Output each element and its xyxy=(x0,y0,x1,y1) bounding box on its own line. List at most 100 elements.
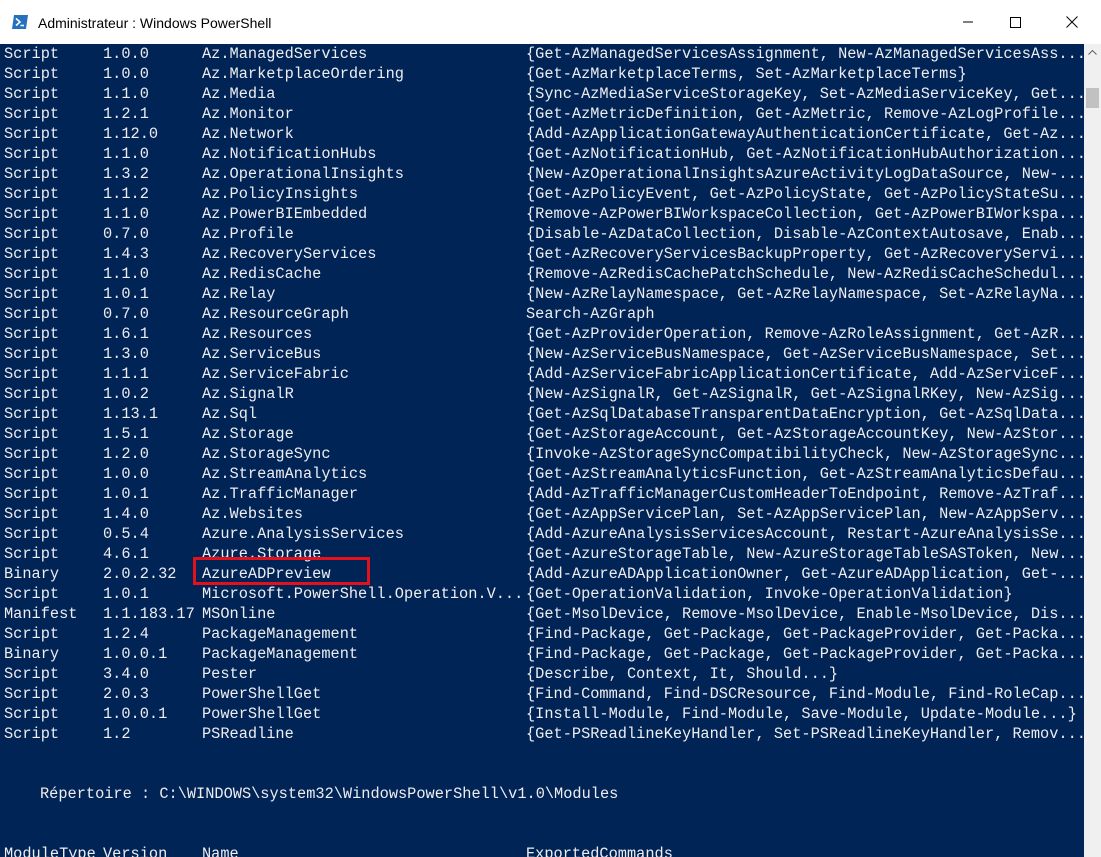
scroll-thumb[interactable] xyxy=(1086,88,1099,108)
module-type: Script xyxy=(4,285,60,303)
module-type: Script xyxy=(4,345,60,363)
module-version: 1.1.0 xyxy=(103,85,149,103)
module-name: Az.Monitor xyxy=(202,105,294,123)
module-commands: {Get-AzNotificationHub, Get-AzNotificati… xyxy=(526,145,1084,163)
module-type: Script xyxy=(4,85,60,103)
module-commands: {Get-AzManagedServicesAssignment, New-Az… xyxy=(526,45,1084,63)
module-version: 0.7.0 xyxy=(103,305,149,323)
module-commands: {Remove-AzPowerBIWorkspaceCollection, Ge… xyxy=(526,205,1084,223)
module-type: Script xyxy=(4,685,60,703)
module-type: Script xyxy=(4,545,60,563)
module-type: Script xyxy=(4,225,60,243)
maximize-icon xyxy=(1009,16,1021,28)
module-name: Az.OperationalInsights xyxy=(202,165,404,183)
module-version: 1.1.0 xyxy=(103,145,149,163)
module-type: Script xyxy=(4,105,60,123)
module-version: 1.0.1 xyxy=(103,285,149,303)
module-version: 1.6.1 xyxy=(103,325,149,343)
module-name: Az.TrafficManager xyxy=(202,485,359,503)
module-name: Az.NotificationHubs xyxy=(202,145,377,163)
module-type: Script xyxy=(4,145,60,163)
module-type: Script xyxy=(4,725,60,743)
module-version: 1.0.0 xyxy=(103,65,149,83)
module-name: Az.ServiceBus xyxy=(202,345,322,363)
module-commands: {Get-AzStreamAnalyticsFunction, Get-AzSt… xyxy=(526,465,1084,483)
module-commands: {Describe, Context, It, Should...} xyxy=(526,665,839,683)
module-version: 1.3.0 xyxy=(103,345,149,363)
module-version: 1.0.0.1 xyxy=(103,705,168,723)
title-bar[interactable]: Administrateur : Windows PowerShell xyxy=(0,0,1101,44)
module-version: 2.0.2.32 xyxy=(103,565,177,583)
module-name: PackageManagement xyxy=(202,645,359,663)
module-name: Az.Sql xyxy=(202,405,258,423)
module-version: 1.2.0 xyxy=(103,445,149,463)
module-type: Script xyxy=(4,445,60,463)
scroll-up-button[interactable] xyxy=(1084,44,1101,61)
module-type: Script xyxy=(4,125,60,143)
module-commands: {Remove-AzRedisCachePatchSchedule, New-A… xyxy=(526,265,1084,283)
module-commands: {Get-AzMetricDefinition, Get-AzMetric, R… xyxy=(526,105,1084,123)
module-version: 1.4.0 xyxy=(103,505,149,523)
module-type: Script xyxy=(4,625,60,643)
module-commands: {Get-AzSqlDatabaseTransparentDataEncrypt… xyxy=(526,405,1084,423)
module-commands: {Get-AzMarketplaceTerms, Set-AzMarketpla… xyxy=(526,65,967,83)
module-version: 1.2 xyxy=(103,725,131,743)
module-name: PSReadline xyxy=(202,725,294,743)
module-type: Script xyxy=(4,205,60,223)
vertical-scrollbar[interactable] xyxy=(1084,44,1101,857)
module-version: 4.6.1 xyxy=(103,545,149,563)
module-version: 1.2.1 xyxy=(103,105,149,123)
header-type: ModuleType xyxy=(4,845,96,857)
module-type: Script xyxy=(4,365,60,383)
module-type: Script xyxy=(4,505,60,523)
module-commands: {Get-MsolDevice, Remove-MsolDevice, Enab… xyxy=(526,605,1084,623)
module-name: Az.MarketplaceOrdering xyxy=(202,65,404,83)
module-name: Az.Storage xyxy=(202,425,294,443)
module-name: Az.PolicyInsights xyxy=(202,185,359,203)
module-name: Az.ManagedServices xyxy=(202,45,368,63)
module-type: Binary xyxy=(4,565,60,583)
module-commands: {Disable-AzDataCollection, Disable-AzCon… xyxy=(526,225,1084,243)
module-commands: {Get-AzureStorageTable, New-AzureStorage… xyxy=(526,545,1084,563)
module-commands: {Add-AzureADApplicationOwner, Get-AzureA… xyxy=(526,565,1084,583)
module-name: Az.Network xyxy=(202,125,294,143)
module-name: Azure.AnalysisServices xyxy=(202,525,404,543)
module-type: Script xyxy=(4,705,60,723)
header-name: Name xyxy=(202,845,239,857)
window-title: Administrateur : Windows PowerShell xyxy=(38,15,272,31)
module-commands: {New-AzOperationalInsightsAzureActivityL… xyxy=(526,165,1084,183)
module-name: MSOnline xyxy=(202,605,276,623)
module-version: 0.5.4 xyxy=(103,525,149,543)
module-commands: {Add-AzApplicationGatewayAuthenticationC… xyxy=(526,125,1084,143)
module-name: Az.StreamAnalytics xyxy=(202,465,368,483)
module-name: PowerShellGet xyxy=(202,705,322,723)
header-version: Version xyxy=(103,845,168,857)
module-type: Script xyxy=(4,465,60,483)
maximize-button[interactable] xyxy=(992,0,1038,44)
console-output[interactable]: Script 1.0.0 Az.ManagedServices {Get-AzMana… xyxy=(0,44,1084,857)
module-commands: {Get-AzProviderOperation, Remove-AzRoleA… xyxy=(526,325,1084,343)
module-version: 1.0.0 xyxy=(103,45,149,63)
module-commands: {Get-AzStorageAccount, Get-AzStorageAcco… xyxy=(526,425,1084,443)
module-type: Binary xyxy=(4,645,60,663)
module-commands: {Get-AzRecoveryServicesBackupProperty, G… xyxy=(526,245,1084,263)
module-version: 0.7.0 xyxy=(103,225,149,243)
close-icon xyxy=(1066,16,1078,28)
module-type: Script xyxy=(4,305,60,323)
minimize-icon xyxy=(963,21,973,23)
module-name: Az.StorageSync xyxy=(202,445,331,463)
module-name: PackageManagement xyxy=(202,625,359,643)
module-type: Script xyxy=(4,325,60,343)
minimize-button[interactable] xyxy=(945,0,991,44)
module-type: Manifest xyxy=(4,605,78,623)
module-version: 3.4.0 xyxy=(103,665,149,683)
module-commands: {Get-OperationValidation, Invoke-Operati… xyxy=(526,585,1013,603)
module-version: 1.1.183.17 xyxy=(103,605,195,623)
module-commands: {Add-AzTrafficManagerCustomHeaderToEndpo… xyxy=(526,485,1084,503)
module-type: Script xyxy=(4,385,60,403)
module-commands: {New-AzRelayNamespace, Get-AzRelayNamesp… xyxy=(526,285,1084,303)
module-commands: {Find-Package, Get-Package, Get-PackageP… xyxy=(526,645,1084,663)
close-button[interactable] xyxy=(1049,0,1095,44)
module-type: Script xyxy=(4,585,60,603)
header-commands: ExportedCommands xyxy=(526,845,673,857)
